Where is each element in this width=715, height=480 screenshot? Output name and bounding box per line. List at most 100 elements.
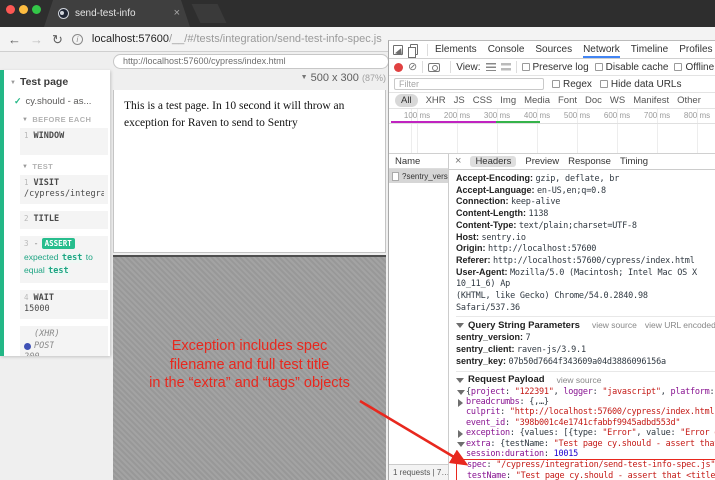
filter-pill-all[interactable]: All	[395, 94, 418, 107]
runner-address-pill[interactable]: http://localhost:57600/cypress/index.htm…	[113, 54, 389, 69]
name-column-header[interactable]: Name	[389, 154, 448, 169]
filter-pill-css[interactable]: CSS	[473, 95, 493, 106]
network-toolbar: ⊘ View: Preserve logDisable cacheOffline…	[389, 59, 715, 76]
spec-title[interactable]: ▼Test page	[4, 76, 110, 88]
record-icon[interactable]	[394, 63, 403, 72]
cypress-logo-icon	[58, 8, 69, 19]
collapse-arrow-icon	[456, 378, 464, 383]
detail-tab-preview[interactable]: Preview	[525, 156, 559, 167]
devtools-tab-network[interactable]: Network	[583, 41, 620, 58]
cypress-runner: http://localhost:57600/cypress/index.htm…	[0, 52, 388, 480]
command-title[interactable]: 2TITLE	[20, 211, 108, 229]
detail-tab-timing[interactable]: Timing	[620, 156, 648, 167]
checkbox-preserve-log[interactable]: Preserve log	[522, 62, 589, 73]
address-bar[interactable]: localhost:57600/__/#/tests/integration/s…	[92, 33, 382, 45]
payload-line: session:duration: 10015	[456, 449, 715, 459]
filter-pill-other[interactable]: Other	[677, 95, 701, 106]
back-button-icon[interactable]: ←	[8, 33, 21, 46]
header-row: sentry_version: 7	[456, 332, 715, 344]
inspect-element-icon[interactable]	[393, 45, 403, 55]
link-view-source[interactable]: view source	[557, 375, 602, 385]
tab-close-icon[interactable]: ×	[174, 8, 180, 19]
payload-links: view source	[549, 374, 602, 387]
browser-tab[interactable]: send-test-info ×	[44, 0, 190, 27]
window-zoom-button[interactable]	[32, 5, 41, 14]
new-tab-button[interactable]	[192, 4, 227, 23]
log-section-test[interactable]: ▼TEST	[4, 162, 110, 171]
command-log: ▼BEFORE EACH 1WINDOW ▼TEST 1VISIT/cypress/i…	[4, 115, 110, 356]
command-xhr[interactable]: (XHR)POST200/api/122391/stors...	[20, 326, 108, 356]
assert-badge: ASSERT	[42, 238, 75, 249]
detail-tab-response[interactable]: Response	[568, 156, 611, 167]
filter-pill-media[interactable]: Media	[524, 95, 550, 106]
viewport-size-indicator[interactable]: ▼500 x 300 (87%)	[230, 72, 386, 84]
query-string-section-header[interactable]: Query String Parameters view sourceview …	[456, 316, 715, 332]
checkbox-hide-data-urls[interactable]: Hide data URLs	[600, 79, 682, 90]
filter-pill-ws[interactable]: WS	[610, 95, 625, 106]
reload-button-icon[interactable]: ↻	[52, 33, 63, 46]
checkbox-regex[interactable]: Regex	[552, 79, 592, 90]
ruler-tick-label: 800 ms	[677, 109, 715, 123]
collapse-arrow-icon	[456, 323, 464, 328]
request-payload-section-header[interactable]: Request Payload view source	[456, 371, 715, 387]
devtools-tab-timeline[interactable]: Timeline	[631, 41, 668, 58]
payload-line: {project: "122391", logger: "javascript"…	[456, 387, 715, 397]
screenshot-camera-icon[interactable]	[428, 63, 440, 72]
tree-expand-arrow-icon[interactable]	[458, 430, 463, 438]
devtools-tab-profiles[interactable]: Profiles	[679, 41, 712, 58]
filter-pill-font[interactable]: Font	[558, 95, 577, 106]
detail-tab-headers[interactable]: Headers	[470, 156, 516, 167]
device-toolbar-icon[interactable]	[410, 44, 418, 55]
forward-button-icon[interactable]: →	[30, 33, 43, 46]
request-name-column: Name ?sentry_vers... 1 requests | 7…	[389, 154, 449, 480]
header-name: Referer:	[456, 255, 493, 265]
view-list-icon[interactable]	[486, 63, 496, 71]
filter-input[interactable]	[394, 78, 544, 90]
timeline-bar-magenta	[391, 121, 496, 123]
devtools-tab-elements[interactable]: Elements	[435, 41, 477, 58]
chevron-down-icon: ▼	[301, 74, 308, 81]
tree-expand-arrow-icon[interactable]	[457, 442, 465, 447]
filter-pill-manifest[interactable]: Manifest	[633, 95, 669, 106]
header-value: gzip, deflate, br	[536, 174, 620, 184]
devtools-tab-console[interactable]: Console	[488, 41, 525, 58]
test-page-text: This is a test page. In 10 second it wil…	[114, 90, 385, 141]
request-row[interactable]: ?sentry_vers...	[389, 169, 448, 183]
close-detail-icon[interactable]: ×	[455, 156, 461, 167]
filter-pill-js[interactable]: JS	[454, 95, 465, 106]
tree-expand-arrow-icon[interactable]	[457, 390, 465, 395]
collapse-arrow-icon: ▼	[22, 117, 28, 123]
filter-pill-img[interactable]: Img	[500, 95, 516, 106]
clear-icon[interactable]: ⊘	[408, 62, 417, 73]
window-close-button[interactable]	[6, 5, 15, 14]
command-assert[interactable]: 3-ASSERTexpected test to equal test	[20, 236, 108, 283]
header-value: 1138	[528, 209, 548, 219]
command-wait[interactable]: 4WAIT15000	[20, 290, 108, 319]
payload-line: culprit: "http://localhost:57600/cypress…	[456, 407, 715, 417]
resource-type-filters: All XHR JS CSS Img Media Font Doc WS Manifest Othe…	[389, 93, 715, 109]
waterfall-area	[389, 124, 715, 154]
devtools-tab-sources[interactable]: Sources	[535, 41, 572, 58]
checkbox-offline[interactable]: Offline	[674, 62, 714, 73]
filter-pill-doc[interactable]: Doc	[585, 95, 602, 106]
log-section-before-each[interactable]: ▼BEFORE EACH	[4, 115, 110, 124]
window-minimize-button[interactable]	[19, 5, 28, 14]
tree-expand-arrow-icon[interactable]	[458, 399, 463, 407]
payload-json-tree: {project: "122391", logger: "javascript"…	[456, 387, 715, 480]
command-window[interactable]: 1WINDOW	[20, 128, 108, 155]
page-info-icon[interactable]: i	[72, 34, 83, 45]
url-host: localhost:57600	[92, 33, 169, 45]
test-title[interactable]: ✓cy.should - as...	[4, 96, 110, 107]
detail-tab-list: Headers Preview Response Timing	[470, 156, 648, 167]
checkbox-icon	[600, 80, 608, 88]
link-view-url-encoded[interactable]: view URL encoded	[645, 320, 715, 330]
header-row: sentry_client: raven-js/3.9.1	[456, 344, 715, 356]
command-log-sidebar: ▼Test page ✓cy.should - as... ▼BEFORE EA…	[0, 70, 110, 356]
view-large-rows-icon[interactable]	[501, 63, 511, 71]
link-view-source[interactable]: view source	[592, 320, 637, 330]
command-visit[interactable]: 1VISIT/cypress/integra	[20, 175, 108, 204]
checkbox-disable-cache[interactable]: Disable cache	[595, 62, 669, 73]
collapse-arrow-icon: ▼	[22, 164, 28, 170]
header-row: Accept-Language: en-US,en;q=0.8	[456, 185, 715, 197]
filter-pill-xhr[interactable]: XHR	[426, 95, 446, 106]
